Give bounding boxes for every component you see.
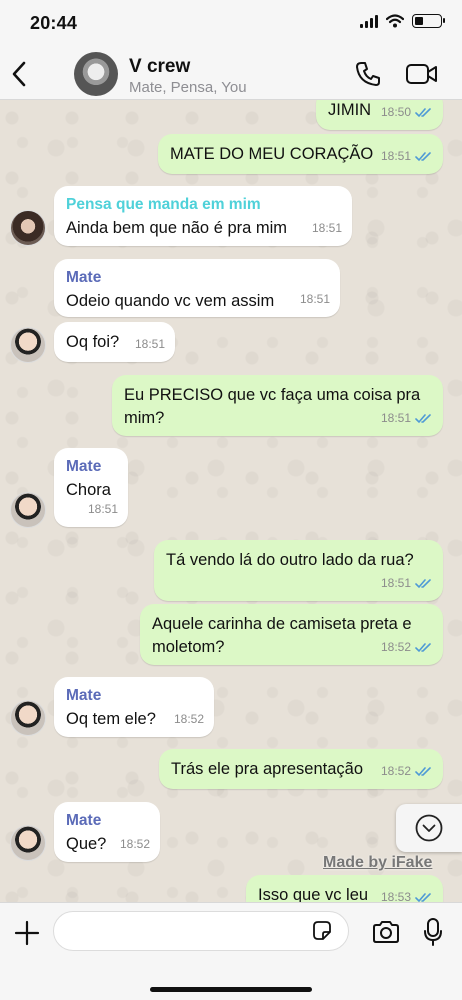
message-meta: 18:52: [120, 833, 150, 856]
message-time: 18:53: [380, 890, 411, 902]
message-bubble-outgoing[interactable]: Trás ele pra apresentação 18:52: [159, 749, 443, 789]
battery-icon: [412, 14, 445, 28]
message-bubble-incoming[interactable]: Pensa que manda em mim Ainda bem que não…: [54, 186, 352, 246]
message-bubble-incoming[interactable]: Mate Odeio quando vc vem assim 18:51: [54, 259, 340, 317]
status-time: 20:44: [30, 13, 78, 33]
avatar-mate[interactable]: [10, 825, 46, 861]
message-meta: 18:50: [381, 101, 433, 124]
signal-icon: [360, 14, 378, 28]
video-camera-icon[interactable]: [405, 63, 439, 85]
message-meta: 18:52: [174, 708, 204, 731]
read-ticks-icon: [415, 152, 431, 162]
message-text: Odeio quando vc vem assim: [66, 292, 275, 310]
avatar-pensa[interactable]: [10, 210, 46, 246]
message-time: 18:51: [380, 149, 411, 163]
message-text: Ainda bem que não é pra mim: [66, 219, 288, 237]
message-meta: 18:51: [381, 407, 433, 430]
message-time: 18:51: [134, 337, 165, 351]
message-bubble-incoming[interactable]: Oq foi? 18:51: [54, 322, 175, 362]
plus-icon[interactable]: [14, 920, 40, 946]
sticker-icon[interactable]: [310, 919, 334, 943]
avatar-mate[interactable]: [10, 327, 46, 363]
microphone-icon[interactable]: [423, 917, 443, 947]
message-text-line: Eu PRECISO que vc faça uma coisa pra: [124, 386, 421, 404]
status-icons: [360, 14, 445, 28]
message-bubble-incoming[interactable]: Mate Oq tem ele? 18:52: [54, 677, 214, 737]
read-ticks-icon: [415, 579, 431, 589]
home-indicator: [150, 987, 312, 992]
watermark: Made by iFake: [323, 854, 433, 871]
chat-header: V crew Mate, Pensa, You: [0, 48, 462, 100]
chevron-left-icon[interactable]: [10, 60, 28, 88]
message-bubble-outgoing[interactable]: MATE DO MEU CORAÇÃO 18:51: [158, 134, 443, 174]
message-time: 18:52: [380, 640, 411, 654]
phone-icon[interactable]: [355, 61, 381, 87]
message-bubble-outgoing[interactable]: Aquele carinha de camiseta preta e molet…: [140, 604, 443, 665]
avatar-mate[interactable]: [10, 700, 46, 736]
message-meta: 18:51: [312, 217, 342, 240]
message-bubble-outgoing[interactable]: Tá vendo lá do outro lado da rua? 18:51: [154, 540, 443, 601]
message-time: 18:51: [87, 502, 118, 516]
message-bubble-incoming[interactable]: Mate Que? 18:52: [54, 802, 160, 862]
message-meta: 18:51: [381, 145, 433, 168]
message-meta: 18:51: [381, 572, 433, 595]
scroll-to-bottom-button[interactable]: [396, 804, 462, 852]
message-list[interactable]: JIMIN 18:50 MATE DO MEU CORAÇÃO 18:51 Pe…: [0, 100, 462, 902]
message-sender: Mate: [66, 812, 102, 829]
chat-members[interactable]: Mate, Pensa, You: [129, 79, 247, 96]
read-ticks-icon: [415, 643, 431, 653]
status-bar: 20:44: [0, 0, 462, 48]
avatar-mate[interactable]: [10, 492, 46, 528]
message-time: 18:52: [380, 764, 411, 778]
message-input[interactable]: [53, 911, 349, 951]
read-ticks-icon: [415, 108, 431, 118]
message-meta: 18:51: [88, 498, 118, 521]
message-meta: 18:52: [381, 636, 433, 659]
message-time: 18:51: [311, 221, 342, 235]
message-bubble-outgoing[interactable]: Isso que vc leu 18:53: [246, 875, 443, 902]
message-time: 18:52: [119, 837, 150, 851]
message-sender: Mate: [66, 269, 102, 286]
message-meta: 18:51: [135, 333, 165, 356]
message-bubble-incoming[interactable]: Mate Chora 18:51: [54, 448, 128, 527]
wifi-icon: [386, 14, 404, 28]
message-time: 18:52: [173, 712, 204, 726]
message-text-line: Aquele carinha de camiseta preta e: [152, 615, 412, 633]
message-bubble-outgoing[interactable]: JIMIN 18:50: [316, 100, 443, 130]
message-sender: Mate: [66, 687, 102, 704]
message-text: Tá vendo lá do outro lado da rua?: [166, 551, 414, 569]
message-sender: Mate: [66, 458, 102, 475]
message-time: 18:51: [380, 411, 411, 425]
message-sender: Pensa que manda em mim: [66, 196, 261, 213]
message-meta: 18:51: [300, 288, 330, 311]
message-bubble-outgoing[interactable]: Eu PRECISO que vc faça uma coisa pra mim…: [112, 375, 443, 436]
read-ticks-icon: [415, 414, 431, 424]
message-meta: 18:52: [381, 760, 433, 783]
read-ticks-icon: [415, 893, 431, 902]
message-time: 18:50: [380, 105, 411, 119]
message-time: 18:51: [299, 292, 330, 306]
message-time: 18:51: [380, 576, 411, 590]
chevron-down-circle-icon: [415, 814, 443, 842]
chat-title[interactable]: V crew: [129, 56, 190, 78]
read-ticks-icon: [415, 767, 431, 777]
message-meta: 18:53: [381, 886, 433, 902]
camera-icon[interactable]: [371, 919, 401, 945]
composer-bar: [0, 902, 462, 1000]
group-avatar[interactable]: [74, 52, 118, 96]
